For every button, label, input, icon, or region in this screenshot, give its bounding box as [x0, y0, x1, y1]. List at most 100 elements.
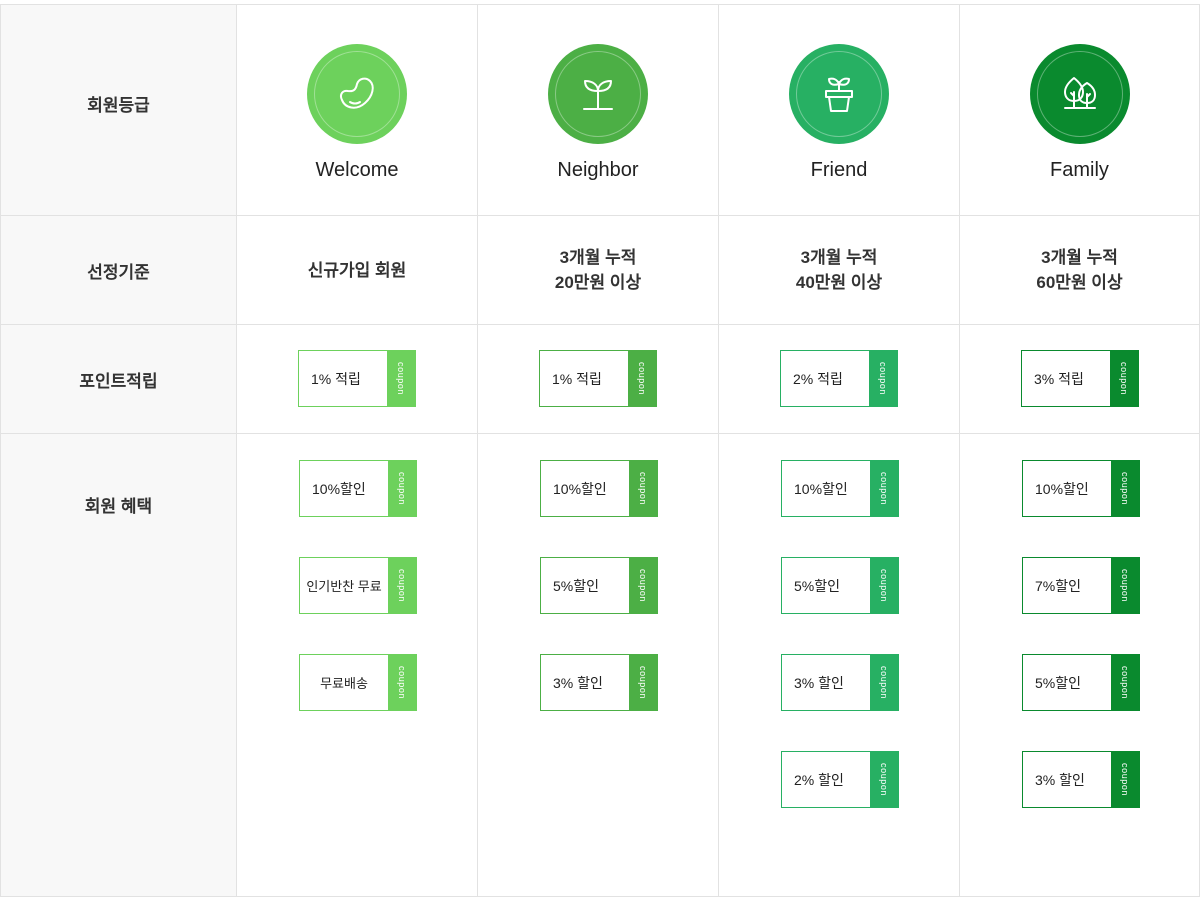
coupon[interactable]: 인기반찬 무료 coupon — [299, 557, 417, 614]
coupon-tab-label: coupon — [1120, 471, 1130, 506]
coupon-tab-label: coupon — [879, 665, 889, 700]
coupon[interactable]: 1% 적립 coupon — [298, 350, 416, 407]
coupon[interactable]: 1% 적립 coupon — [539, 350, 657, 407]
coupon-label: 7%할인 — [1035, 577, 1081, 594]
coupon-label: 1% 적립 — [311, 370, 361, 387]
coupon-label: 5%할인 — [553, 577, 599, 594]
criteria-line: 신규가입 회원 — [307, 260, 407, 280]
sprout-icon — [577, 75, 619, 113]
coupon[interactable]: 7%할인 coupon — [1022, 557, 1140, 614]
coupon-label: 10%할인 — [1035, 480, 1089, 497]
coupon-tab: coupon — [388, 461, 416, 516]
coupon-label: 10%할인 — [312, 480, 366, 497]
row-header-label: 선정기준 — [87, 262, 150, 282]
potted-plant-icon — [820, 73, 858, 115]
coupon[interactable]: 2% 할인 coupon — [781, 751, 899, 808]
coupon-tab: coupon — [628, 351, 656, 406]
points-cell: 3% 적립 coupon — [959, 324, 1200, 433]
coupon-label: 2% 적립 — [793, 370, 843, 387]
coupon[interactable]: 무료배송 coupon — [299, 654, 417, 711]
benefits-cell: 10%할인 coupon 7%할인 coupon 5%할인 coupon 3% 할인 coup… — [959, 433, 1200, 897]
coupon[interactable]: 10%할인 coupon — [540, 460, 658, 517]
grade-badge — [1029, 44, 1130, 144]
coupon[interactable]: 5%할인 coupon — [1022, 654, 1140, 711]
row-header-label: 회원등급 — [87, 95, 150, 115]
coupon-tab: coupon — [869, 351, 897, 406]
coupon-label: 1% 적립 — [552, 370, 602, 387]
coupon-label: 인기반찬 무료 — [306, 579, 382, 594]
coupon-tab: coupon — [1110, 351, 1138, 406]
grade-cell-family: Family — [959, 4, 1200, 215]
row-header-label: 포인트적립 — [79, 371, 158, 391]
coupon[interactable]: 3% 할인 coupon — [781, 654, 899, 711]
coupon-tab: coupon — [1111, 655, 1139, 710]
coupon-tab-label: coupon — [879, 471, 889, 506]
coupon-tab: coupon — [388, 655, 416, 710]
criteria-line: 60만원 이상 — [1036, 273, 1123, 292]
coupon-tab: coupon — [387, 351, 415, 406]
criteria-cell: 3개월 누적 20만원 이상 — [477, 215, 718, 324]
grade-name: Friend — [810, 159, 868, 181]
coupon[interactable]: 10%할인 coupon — [1022, 460, 1140, 517]
row-header-benefits: 회원 혜택 — [0, 433, 236, 897]
coupon-label: 3% 할인 — [1035, 771, 1085, 788]
coupon[interactable]: 5%할인 coupon — [540, 557, 658, 614]
criteria-line: 3개월 누적 — [1041, 248, 1118, 267]
coupon-tab-label: coupon — [1120, 568, 1130, 603]
grade-name: Welcome — [315, 159, 399, 181]
membership-grade-table: 회원등급 선정기준 포인트적립 회원 혜택 Welcome 신규가입 회원 1% 적… — [0, 0, 1200, 897]
coupon-label: 5%할인 — [794, 577, 840, 594]
criteria-line: 20만원 이상 — [554, 273, 642, 292]
coupon-label: 3% 적립 — [1034, 370, 1084, 387]
coupon-label: 무료배송 — [320, 676, 368, 691]
coupon-tab: coupon — [629, 461, 657, 516]
criteria-cell: 3개월 누적 60만원 이상 — [959, 215, 1200, 324]
grade-cell-friend: Friend — [718, 4, 959, 215]
coupon-tab: coupon — [870, 655, 898, 710]
coupon-tab-label: coupon — [397, 471, 407, 506]
grade-cell-welcome: Welcome — [236, 4, 477, 215]
row-header-label: 회원 혜택 — [84, 497, 153, 516]
criteria-cell: 신규가입 회원 — [236, 215, 477, 324]
coupon-tab: coupon — [870, 461, 898, 516]
points-cell: 2% 적립 coupon — [718, 324, 959, 433]
points-cell: 1% 적립 coupon — [477, 324, 718, 433]
points-cell: 1% 적립 coupon — [236, 324, 477, 433]
coupon-tab-label: coupon — [878, 361, 888, 396]
grade-cell-neighbor: Neighbor — [477, 4, 718, 215]
coupon[interactable]: 2% 적립 coupon — [780, 350, 898, 407]
coupon-tab-label: coupon — [1119, 361, 1129, 396]
criteria-cell: 3개월 누적 40만원 이상 — [718, 215, 959, 324]
coupon-label: 10%할인 — [553, 480, 607, 497]
coupon-tab-label: coupon — [397, 568, 407, 603]
coupon-label: 10%할인 — [794, 480, 848, 497]
grade-badge — [548, 44, 648, 144]
coupon[interactable]: 3% 할인 coupon — [540, 654, 658, 711]
coupon-tab-label: coupon — [396, 361, 406, 396]
coupon-label: 2% 할인 — [794, 771, 844, 788]
benefits-cell: 10%할인 coupon 5%할인 coupon 3% 할인 coupon 2% 할인 cou… — [718, 433, 959, 897]
coupon[interactable]: 3% 적립 coupon — [1021, 350, 1139, 407]
coupon-tab: coupon — [1111, 752, 1139, 807]
coupon[interactable]: 5%할인 coupon — [781, 557, 899, 614]
coupon-tab: coupon — [388, 558, 416, 613]
coupon[interactable]: 3% 할인 coupon — [1022, 751, 1140, 808]
coupon-tab-label: coupon — [1120, 665, 1130, 700]
criteria-line: 3개월 누적 — [800, 248, 878, 267]
grade-badge — [789, 44, 889, 144]
coupon-tab-label: coupon — [637, 361, 647, 396]
coupon-tab-label: coupon — [879, 568, 889, 603]
coupon-tab: coupon — [1111, 461, 1139, 516]
coupon-tab: coupon — [1111, 558, 1139, 613]
row-header-points: 포인트적립 — [0, 324, 236, 433]
coupon-tab-label: coupon — [879, 762, 889, 797]
coupon[interactable]: 10%할인 coupon — [299, 460, 417, 517]
coupon-tab-label: coupon — [397, 665, 407, 700]
tree-icon — [1060, 74, 1100, 114]
bean-icon — [336, 76, 378, 112]
benefits-cell: 10%할인 coupon 인기반찬 무료 coupon 무료배송 coupon — [236, 433, 477, 897]
grade-name: Neighbor — [557, 159, 639, 181]
coupon[interactable]: 10%할인 coupon — [781, 460, 899, 517]
coupon-label: 3% 할인 — [553, 674, 603, 691]
benefits-cell: 10%할인 coupon 5%할인 coupon 3% 할인 coupon — [477, 433, 718, 897]
